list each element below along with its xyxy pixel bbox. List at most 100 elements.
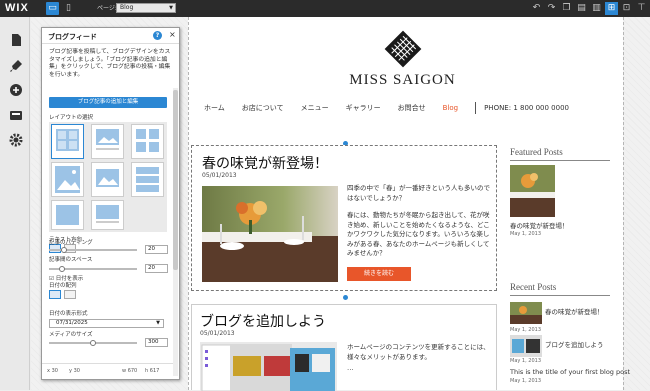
recent-post-thumbnail[interactable] xyxy=(510,335,542,357)
date-format-value: 07/31/2025 xyxy=(56,320,88,326)
desktop-view-icon[interactable]: ▭ xyxy=(46,2,59,15)
snap-icon[interactable]: ⊡ xyxy=(620,2,633,15)
mobile-view-icon[interactable]: ▯ xyxy=(62,2,75,15)
recent-post-title[interactable]: This is the title of your first blog pos… xyxy=(510,368,630,376)
layout-option-compact[interactable] xyxy=(51,200,84,230)
spacing-slider[interactable] xyxy=(49,266,137,272)
selection-handle-bottom[interactable] xyxy=(343,295,348,300)
chevron-down-icon: ▼ xyxy=(156,320,160,326)
padding-slider[interactable] xyxy=(49,247,137,253)
layout-option-large[interactable] xyxy=(91,124,124,159)
y-position-field[interactable]: y 30 xyxy=(69,368,80,375)
help-icon[interactable]: ? xyxy=(153,31,162,40)
page-select-value: Blog xyxy=(120,4,134,11)
layout-option-list[interactable] xyxy=(131,162,164,197)
date-align-right-icon[interactable] xyxy=(64,290,76,299)
panel-title: ブログフィード xyxy=(48,33,97,41)
spacing-label: 記事間のスペース xyxy=(49,257,93,263)
post-title[interactable]: 春の味覚が新登場！ xyxy=(202,153,328,173)
blog-feed-settings-panel: ブログフィード ? × ブログ記事を投稿して、ブログデザインをカスタマイズしまし… xyxy=(41,27,180,380)
layout-label: レイアウトの選択 xyxy=(49,115,94,121)
design-icon[interactable] xyxy=(8,59,23,74)
post-excerpt: ホームページのコンテンツを更新することには、様々なメリットがあります。 xyxy=(347,343,490,361)
media-size-slider-knob[interactable] xyxy=(90,340,96,346)
add-icon[interactable] xyxy=(8,83,23,98)
panel-scrollbar-thumb[interactable] xyxy=(173,90,178,270)
spacing-slider-knob[interactable] xyxy=(59,266,65,272)
editor-top-bar: WIX ▭ ▯ ページ: Blog ▼ ↶ ↷ ❐ ▤ ▥ ⊞ ⊡ ⊤ xyxy=(0,0,650,17)
site-nav: ホーム お店について メニュー ギャラリー お問合せ Blog PHONE: 1… xyxy=(204,102,586,114)
pages-icon[interactable] xyxy=(8,33,23,48)
date-align-left-icon[interactable] xyxy=(49,290,61,299)
height-field[interactable]: h 617 xyxy=(145,368,159,375)
recent-posts-heading: Recent Posts xyxy=(510,282,610,296)
blog-post-card[interactable]: ブログを追加しよう 05/01/2013 ホームページのコンテンツを更新すること… xyxy=(191,304,497,391)
recent-post-date: May 1, 2013 xyxy=(510,358,542,364)
page-select[interactable]: Blog ▼ xyxy=(116,3,176,13)
undo-icon[interactable]: ↶ xyxy=(530,2,543,15)
date-align-label: 日付の配列 xyxy=(49,283,77,289)
nav-item-about[interactable]: お店について xyxy=(242,103,284,113)
layout-option-side-image[interactable] xyxy=(91,162,124,197)
delete-icon[interactable]: ▥ xyxy=(590,2,603,15)
blog-post-card[interactable]: 春の味覚が新登場！ 05/01/2013 四季の中で「春」が一番好きという人も多… xyxy=(191,145,497,291)
brand-logo[interactable] xyxy=(384,30,422,68)
layout-option-small[interactable] xyxy=(91,200,124,230)
date-format-select[interactable]: 07/31/2025 ▼ xyxy=(49,319,164,328)
y-value[interactable]: 30 xyxy=(74,368,80,374)
w-value[interactable]: 670 xyxy=(128,368,138,374)
layout-option-grid[interactable] xyxy=(51,124,84,159)
nav-item-contact[interactable]: お問合せ xyxy=(398,103,426,113)
date-format-label: 日付の表示形式 xyxy=(49,311,88,317)
paste-icon[interactable]: ▤ xyxy=(575,2,588,15)
post-image[interactable] xyxy=(200,342,337,391)
h-value[interactable]: 617 xyxy=(150,368,160,374)
brand-name[interactable]: MISS SAIGON xyxy=(340,72,465,89)
media-size-label: メディアのサイズ xyxy=(49,332,93,338)
y-label: y xyxy=(69,368,72,374)
post-image[interactable] xyxy=(202,186,338,282)
featured-post-image[interactable] xyxy=(510,165,555,217)
redo-icon[interactable]: ↷ xyxy=(545,2,558,15)
add-edit-posts-button[interactable]: ブログ記事の追加と編集 xyxy=(49,97,167,108)
post-ellipsis: ... xyxy=(347,364,354,372)
post-date: 05/01/2013 xyxy=(200,330,235,337)
spacing-input[interactable]: 20 xyxy=(145,264,168,273)
media-size-slider[interactable] xyxy=(49,340,137,346)
featured-post-title[interactable]: 春の味覚が新登場！ xyxy=(510,220,569,230)
gridlines-icon[interactable]: ⊞ xyxy=(605,2,618,15)
wix-logo: WIX xyxy=(5,2,29,14)
recent-post-date: May 1, 2013 xyxy=(510,327,542,333)
nav-item-gallery[interactable]: ギャラリー xyxy=(346,103,381,113)
width-field[interactable]: w 670 xyxy=(122,368,137,375)
nav-phone: PHONE: 1 800 000 0000 xyxy=(484,104,569,112)
read-more-button[interactable]: 続きを読む xyxy=(347,267,411,281)
panel-divider xyxy=(42,43,179,44)
close-icon[interactable]: × xyxy=(169,30,176,39)
recent-post-thumbnail[interactable] xyxy=(510,302,542,324)
x-value[interactable]: 30 xyxy=(52,368,58,374)
rulers-icon[interactable]: ⊤ xyxy=(635,2,648,15)
layout-option-fullwidth[interactable] xyxy=(51,162,84,197)
app-market-icon[interactable] xyxy=(8,108,23,123)
post-title[interactable]: ブログを追加しよう xyxy=(200,311,326,331)
post-excerpt: 四季の中で「春」が一番好きという人も多いのではないでしょうか？ xyxy=(347,184,490,202)
left-rail xyxy=(0,17,30,390)
post-excerpt-body: 春には、動物たちが冬眠から起き出して、花が咲き始め、新しいことを始めたくなるよう… xyxy=(347,211,490,257)
padding-slider-knob[interactable] xyxy=(61,247,67,253)
recent-post-title[interactable]: ブログを追加しよう xyxy=(545,339,604,349)
nav-item-home[interactable]: ホーム xyxy=(204,103,225,113)
layout-option-mosaic[interactable] xyxy=(131,124,164,159)
featured-post-date: May 1, 2013 xyxy=(510,231,542,237)
settings-icon[interactable] xyxy=(8,133,23,148)
x-position-field[interactable]: x 30 xyxy=(47,368,58,375)
post-date: 05/01/2013 xyxy=(202,172,237,179)
recent-post-title[interactable]: 春の味覚が新登場！ xyxy=(545,306,604,316)
nav-item-blog[interactable]: Blog xyxy=(443,104,458,112)
chevron-down-icon: ▼ xyxy=(169,5,173,11)
padding-input[interactable]: 20 xyxy=(145,245,168,254)
right-guide-line xyxy=(623,17,624,390)
copy-icon[interactable]: ❐ xyxy=(560,2,573,15)
media-size-input[interactable]: 300 xyxy=(145,338,168,347)
nav-item-menu[interactable]: メニュー xyxy=(301,103,329,113)
